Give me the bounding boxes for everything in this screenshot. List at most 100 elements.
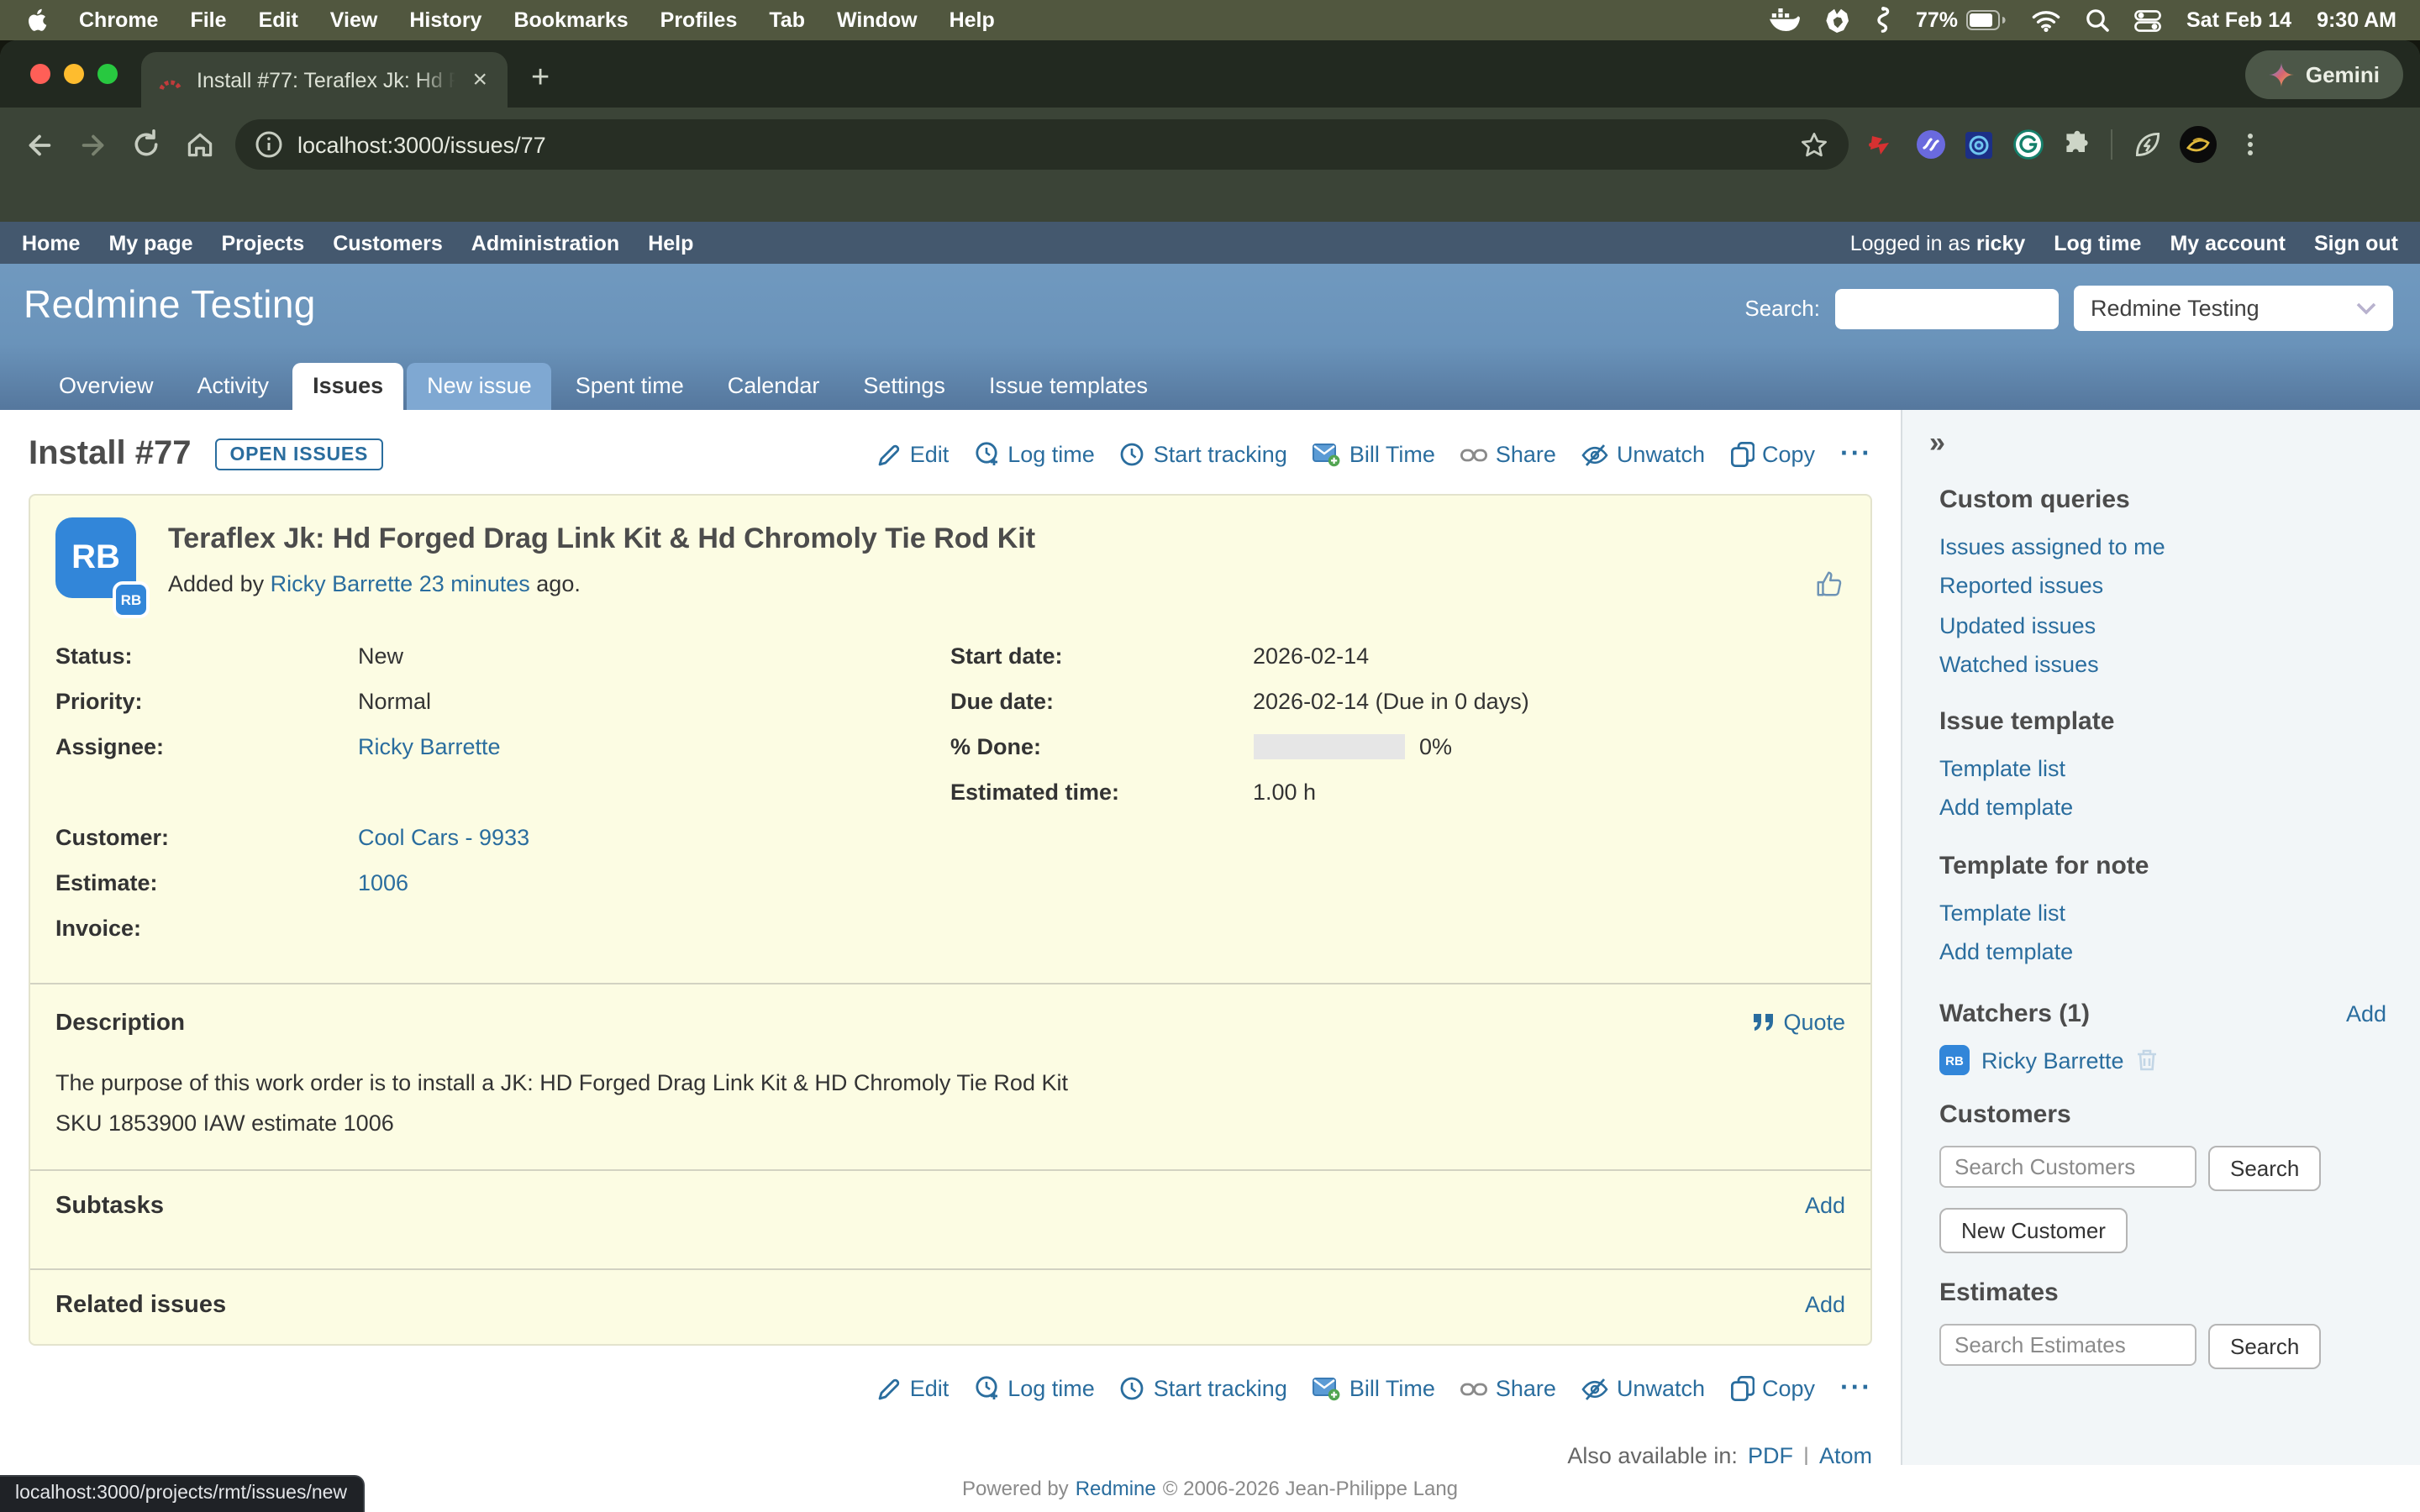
bill-time-action[interactable]: Bill Time: [1313, 442, 1435, 467]
search-estimates-input[interactable]: [1939, 1324, 2196, 1366]
site-info-icon[interactable]: [255, 131, 282, 158]
close-window-button[interactable]: [30, 64, 50, 84]
global-search-input[interactable]: [1835, 288, 2059, 328]
delete-watcher-icon[interactable]: [2136, 1048, 2158, 1072]
tab-spent-time[interactable]: Spent time: [555, 363, 704, 410]
query-updated-issues[interactable]: Updated issues: [1939, 609, 2386, 643]
spotlight-search-icon[interactable]: [2086, 8, 2109, 32]
add-related-issue-link[interactable]: Add: [1805, 1292, 1845, 1317]
start-tracking-action[interactable]: Start tracking: [1120, 1376, 1287, 1401]
maximize-window-button[interactable]: [97, 64, 118, 84]
add-template-link[interactable]: Add template: [1939, 792, 2386, 827]
menubar-item-bookmarks[interactable]: Bookmarks: [513, 8, 628, 32]
nav-my-account[interactable]: My account: [2170, 231, 2286, 255]
menubar-status-icon-2[interactable]: [1876, 7, 1891, 34]
browser-menu-icon[interactable]: [2227, 122, 2272, 167]
log-time-action[interactable]: Log time: [974, 442, 1095, 467]
assignee-link[interactable]: Ricky Barrette: [358, 734, 501, 759]
nav-my-page[interactable]: My page: [108, 231, 192, 255]
nav-administration[interactable]: Administration: [471, 231, 619, 255]
query-reported-issues[interactable]: Reported issues: [1939, 570, 2386, 605]
unwatch-action[interactable]: Unwatch: [1581, 442, 1705, 467]
nav-customers[interactable]: Customers: [333, 231, 443, 255]
gemini-button[interactable]: Gemini: [2245, 50, 2403, 98]
added-time-link[interactable]: 23 minutes: [419, 571, 530, 596]
profile-avatar[interactable]: [2180, 126, 2217, 163]
docker-icon[interactable]: [1770, 8, 1800, 32]
tab-issues[interactable]: Issues: [292, 363, 403, 410]
menubar-item-help[interactable]: Help: [950, 8, 995, 32]
thumbs-up-icon[interactable]: [1815, 570, 1844, 598]
pdf-export-link[interactable]: PDF: [1748, 1442, 1793, 1467]
nav-projects[interactable]: Projects: [222, 231, 305, 255]
back-button[interactable]: [13, 119, 64, 170]
edit-action[interactable]: Edit: [878, 1376, 950, 1401]
menubar-item-profiles[interactable]: Profiles: [660, 8, 738, 32]
template-list-link[interactable]: Template list: [1939, 753, 2386, 787]
new-tab-button[interactable]: +: [508, 60, 573, 108]
reload-button[interactable]: [121, 119, 171, 170]
start-tracking-action[interactable]: Start tracking: [1120, 442, 1287, 467]
copy-action[interactable]: Copy: [1730, 1376, 1815, 1401]
quote-link[interactable]: Quote: [1753, 1009, 1845, 1034]
more-actions-button[interactable]: ···: [1840, 439, 1872, 470]
search-customers-button[interactable]: Search: [2208, 1146, 2321, 1191]
extension-grammarly-icon[interactable]: [2005, 122, 2050, 167]
home-button[interactable]: [175, 119, 225, 170]
query-watched-issues[interactable]: Watched issues: [1939, 648, 2386, 683]
copy-action[interactable]: Copy: [1730, 442, 1815, 467]
nav-sign-out[interactable]: Sign out: [2314, 231, 2398, 255]
query-issues-assigned[interactable]: Issues assigned to me: [1939, 531, 2386, 565]
note-add-template-link[interactable]: Add template: [1939, 936, 2386, 970]
share-action[interactable]: Share: [1460, 442, 1556, 467]
wifi-icon[interactable]: [2032, 9, 2060, 31]
extension-purple-icon[interactable]: [1907, 122, 1953, 167]
watcher-name-link[interactable]: Ricky Barrette: [1981, 1047, 2124, 1073]
customer-link[interactable]: Cool Cars - 9933: [358, 825, 529, 850]
menubar-item-file[interactable]: File: [190, 8, 226, 32]
minimize-window-button[interactable]: [64, 64, 84, 84]
tab-overview[interactable]: Overview: [39, 363, 174, 410]
open-issues-badge[interactable]: OPEN ISSUES: [214, 438, 383, 470]
log-time-action[interactable]: Log time: [974, 1376, 1095, 1401]
menubar-date[interactable]: Sat Feb 14: [2186, 8, 2291, 32]
edit-action[interactable]: Edit: [878, 442, 950, 467]
menubar-item-window[interactable]: Window: [837, 8, 918, 32]
menubar-item-tab[interactable]: Tab: [769, 8, 805, 32]
tab-issue-templates[interactable]: Issue templates: [969, 363, 1168, 410]
browser-tab[interactable]: Install #77: Teraflex Jk: Hd Fo ×: [141, 52, 508, 108]
nav-home[interactable]: Home: [22, 231, 80, 255]
menubar-status-icon-1[interactable]: [1825, 8, 1850, 33]
redmine-link[interactable]: Redmine: [1076, 1477, 1156, 1500]
nav-help[interactable]: Help: [648, 231, 693, 255]
performance-leaf-icon[interactable]: [2124, 122, 2170, 167]
control-center-icon[interactable]: [2134, 9, 2161, 31]
new-customer-button[interactable]: New Customer: [1939, 1208, 2128, 1253]
author-link[interactable]: Ricky Barrette: [271, 571, 413, 596]
note-template-list-link[interactable]: Template list: [1939, 896, 2386, 931]
battery-indicator[interactable]: 77%: [1916, 8, 2007, 32]
unwatch-action[interactable]: Unwatch: [1581, 1376, 1705, 1401]
search-customers-input[interactable]: [1939, 1146, 2196, 1188]
estimate-link[interactable]: 1006: [358, 870, 408, 895]
bill-time-action[interactable]: Bill Time: [1313, 1376, 1435, 1401]
share-action[interactable]: Share: [1460, 1376, 1556, 1401]
url-bar[interactable]: localhost:3000/issues/77: [235, 119, 1849, 170]
extension-lock-icon[interactable]: [1956, 122, 2002, 167]
nav-log-time[interactable]: Log time: [2054, 231, 2141, 255]
tab-calendar[interactable]: Calendar: [708, 363, 840, 410]
add-watcher-link[interactable]: Add: [2346, 1001, 2386, 1026]
bookmark-star-icon[interactable]: [1800, 130, 1828, 159]
collapse-sidebar-icon[interactable]: »: [1929, 427, 2386, 460]
search-estimates-button[interactable]: Search: [2208, 1324, 2321, 1369]
project-jump-select[interactable]: Redmine Testing: [2074, 286, 2393, 331]
more-actions-button[interactable]: ···: [1840, 1373, 1872, 1404]
add-subtask-link[interactable]: Add: [1805, 1193, 1845, 1218]
extensions-puzzle-icon[interactable]: [2054, 122, 2099, 167]
tab-close-icon[interactable]: ×: [469, 67, 491, 92]
menubar-item-edit[interactable]: Edit: [259, 8, 298, 32]
tab-new-issue[interactable]: New issue: [407, 363, 552, 410]
menubar-time[interactable]: 9:30 AM: [2317, 8, 2396, 32]
tab-settings[interactable]: Settings: [843, 363, 965, 410]
menubar-item-history[interactable]: History: [409, 8, 481, 32]
